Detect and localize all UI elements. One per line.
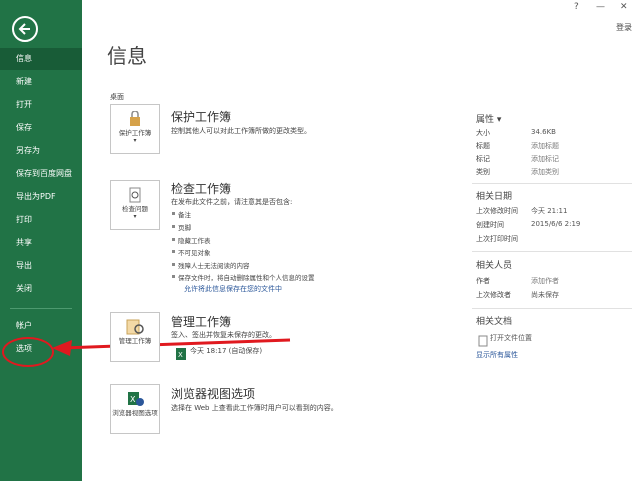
protect-title: 保护工作簿 — [171, 110, 232, 124]
nav-close[interactable]: 关闭 — [0, 278, 82, 300]
close-icon[interactable]: ✕ — [620, 2, 628, 12]
protect-workbook-button[interactable]: 保护工作簿 ▾ — [110, 104, 160, 154]
svg-text:X: X — [178, 351, 183, 359]
browser-title: 浏览器视图选项 — [171, 387, 256, 401]
svg-text:X: X — [130, 395, 136, 404]
prop-value[interactable]: 添加作者 — [531, 276, 559, 286]
inspect-bullet: 保存文件时，将自动删除属性和个人信息的设置 — [172, 274, 315, 282]
divider — [472, 183, 632, 184]
prop-key: 上次修改时间 — [476, 207, 518, 215]
nav-share[interactable]: 共享 — [0, 232, 82, 254]
nav-export[interactable]: 导出 — [0, 255, 82, 277]
page-title: 信息 — [107, 44, 147, 68]
prop-value: 34.6KB — [531, 128, 556, 136]
signin-link[interactable]: 登录 — [616, 22, 632, 33]
backstage-sidebar: 信息 新建 打开 保存 另存为 保存到百度网盘 导出为PDF 打印 共享 导出 … — [0, 0, 82, 481]
nav-new[interactable]: 新建 — [0, 71, 82, 93]
chevron-down-icon: ▾ — [133, 137, 137, 144]
check-issues-button[interactable]: 检查问题 ▾ — [110, 180, 160, 230]
browser-card-label: 浏览器视图选项 — [112, 409, 158, 417]
allow-save-info-link[interactable]: 允许将此信息保存在您的文件中 — [184, 284, 282, 294]
divider — [472, 251, 632, 252]
autosave-entry[interactable]: 今天 18:17 (自动保存) — [190, 346, 262, 356]
people-header: 相关人员 — [476, 261, 513, 271]
prop-key: 类别 — [476, 168, 490, 176]
folder-icon — [478, 332, 488, 347]
manage-title: 管理工作簿 — [171, 315, 232, 329]
chevron-down-icon: ▾ — [133, 213, 137, 220]
inspect-desc: 在发布此文件之前，请注意其是否包含: — [171, 198, 293, 206]
excel-file-icon: X — [176, 345, 186, 360]
inspect-card-label: 检查问题 — [122, 205, 148, 213]
divider — [472, 308, 632, 309]
prop-value[interactable]: 添加类别 — [531, 167, 559, 177]
nav-export-pdf[interactable]: 导出为PDF — [0, 186, 82, 208]
inspect-bullet: 页脚 — [172, 224, 191, 232]
prop-key: 上次打印时间 — [476, 235, 518, 243]
manage-card-label: 管理工作簿 — [118, 337, 152, 345]
protect-desc: 控制其他人可以对此工作簿所做的更改类型。 — [171, 127, 311, 135]
prop-value: 今天 21:11 — [531, 207, 568, 215]
inspect-bullet: 残障人士无法阅读的内容 — [172, 262, 250, 270]
browser-view-icon: X — [124, 391, 146, 407]
inspect-bullet: 不可见对象 — [172, 249, 211, 257]
nav-divider — [10, 308, 72, 309]
prop-value[interactable]: 添加标记 — [531, 154, 559, 164]
lock-icon — [124, 110, 146, 127]
show-all-properties-link[interactable]: 显示所有属性 — [476, 350, 518, 360]
properties-dropdown[interactable]: 属性 ▾ — [476, 112, 501, 125]
prop-value[interactable]: 添加标题 — [531, 141, 559, 151]
file-location: 桌面 — [110, 93, 124, 101]
manage-workbook-button[interactable]: 管理工作簿 — [110, 312, 160, 362]
open-file-location-link[interactable]: 打开文件位置 — [490, 333, 532, 343]
nav-info[interactable]: 信息 — [0, 48, 82, 70]
nav-print[interactable]: 打印 — [0, 209, 82, 231]
nav-save[interactable]: 保存 — [0, 117, 82, 139]
back-arrow-icon[interactable] — [12, 16, 38, 42]
nav-save-as[interactable]: 另存为 — [0, 140, 82, 162]
prop-value: 2015/6/6 2:19 — [531, 220, 581, 228]
nav-account[interactable]: 帐户 — [0, 315, 82, 337]
protect-card-label: 保护工作簿 — [118, 129, 152, 137]
prop-key: 标记 — [476, 155, 490, 163]
prop-key: 创建时间 — [476, 221, 504, 229]
prop-key: 作者 — [476, 277, 490, 285]
inspect-document-icon — [124, 187, 146, 203]
dates-header: 相关日期 — [476, 192, 513, 202]
help-icon[interactable]: ? — [574, 2, 579, 12]
inspect-bullet: 隐藏工作表 — [172, 237, 211, 245]
nav-save-to-baidu[interactable]: 保存到百度网盘 — [0, 163, 82, 185]
annotation-circle — [2, 337, 54, 367]
prop-value: 尚未保存 — [531, 291, 559, 299]
prop-key: 标题 — [476, 142, 490, 150]
nav-open[interactable]: 打开 — [0, 94, 82, 116]
browser-view-options-button[interactable]: X 浏览器视图选项 — [110, 384, 160, 434]
minimize-icon[interactable]: — — [596, 2, 605, 12]
inspect-bullet: 备注 — [172, 211, 191, 219]
inspect-title: 检查工作簿 — [171, 182, 232, 196]
browser-desc: 选择在 Web 上查看此工作簿时用户可以看到的内容。 — [171, 404, 338, 412]
manage-workbook-icon — [124, 319, 146, 335]
prop-key: 上次修改者 — [476, 291, 511, 299]
manage-desc: 签入、签出并恢复未保存的更改。 — [171, 331, 276, 339]
prop-key: 大小 — [476, 129, 490, 137]
docs-header: 相关文档 — [476, 317, 513, 327]
